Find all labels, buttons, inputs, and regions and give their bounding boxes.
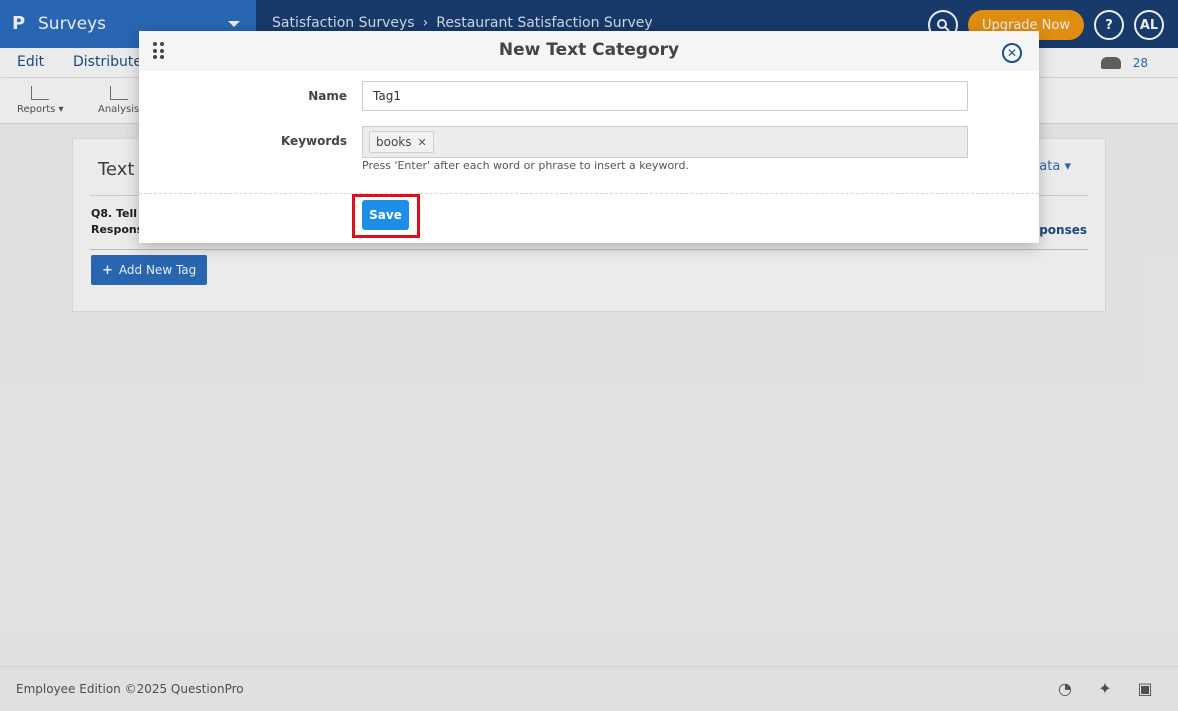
keywords-label: Keywords xyxy=(280,134,347,148)
new-text-category-dialog: New Text Category ✕ Name Keywords books … xyxy=(139,31,1039,243)
keyword-chip-label: books xyxy=(376,135,412,149)
close-icon[interactable]: ✕ xyxy=(1002,43,1022,63)
dialog-divider xyxy=(139,193,1039,194)
dialog-header: New Text Category ✕ xyxy=(139,31,1039,71)
name-label: Name xyxy=(308,89,347,103)
dialog-title: New Text Category xyxy=(498,40,680,60)
keyword-chip: books ✕ xyxy=(369,131,434,153)
keywords-hint: Press 'Enter' after each word or phrase … xyxy=(362,159,689,172)
save-button[interactable]: Save xyxy=(362,200,409,230)
name-input[interactable] xyxy=(362,81,968,111)
keywords-input[interactable]: books ✕ xyxy=(362,126,968,158)
remove-keyword-icon[interactable]: ✕ xyxy=(418,136,427,149)
